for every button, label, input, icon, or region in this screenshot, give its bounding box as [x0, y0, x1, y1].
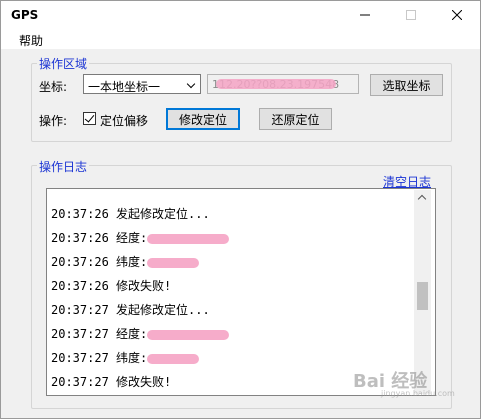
maximize-button: [388, 1, 434, 29]
minimize-button[interactable]: [342, 1, 388, 29]
pick-coord-button[interactable]: 选取坐标: [370, 74, 443, 96]
log-time: 20:37:27: [51, 327, 109, 341]
log-line: 20:37:27 修改失败!: [51, 373, 171, 390]
watermark-url: jingyan.baidu.com: [381, 389, 455, 398]
redaction-mask: [147, 353, 200, 364]
log-line: 20:37:27 经度:: [51, 325, 230, 342]
log-line: 20:37:27 纬度:: [51, 349, 200, 366]
chevron-down-icon: [186, 79, 196, 89]
operation-area-legend: 操作区域: [37, 55, 90, 72]
log-time: 20:37:26: [51, 207, 109, 221]
menu-help[interactable]: 帮助: [19, 32, 43, 49]
log-line: 20:37:26 经度:: [51, 229, 230, 246]
modify-location-button[interactable]: 修改定位: [166, 108, 240, 130]
log-time: 20:37:26: [51, 255, 109, 269]
log-line: 20:37:27 发起修改定位...: [51, 301, 210, 318]
scroll-up-icon[interactable]: [417, 194, 427, 204]
offset-checkbox[interactable]: [83, 112, 96, 125]
redaction-mask: [147, 329, 230, 340]
log-time: 20:37:26: [51, 231, 109, 245]
log-text: 发起修改定位...: [116, 207, 210, 221]
log-line: 20:37:26 纬度:: [51, 253, 200, 270]
log-text: 纬度:: [116, 255, 148, 269]
minimize-icon: [360, 14, 370, 16]
coord-type-value: 一本地坐标一: [88, 80, 161, 94]
log-time: 20:37:27: [51, 303, 109, 317]
log-list[interactable]: 20:37:26 发起修改定位... 20:37:26 经度: 20:37:26…: [46, 188, 436, 396]
log-text: 修改失败!: [116, 375, 172, 389]
log-line: 20:37:26 发起修改定位...: [51, 205, 210, 222]
coord-value-field[interactable]: 112.20??08.23.197548: [207, 74, 359, 94]
log-text: 修改失败!: [116, 279, 172, 293]
maximize-icon: [406, 10, 416, 20]
coord-type-select[interactable]: 一本地坐标一: [83, 74, 201, 94]
redaction-mask: [147, 257, 200, 268]
window-title: GPS: [11, 8, 39, 22]
log-text: 发起修改定位...: [116, 303, 210, 317]
log-text: 经度:: [116, 231, 148, 245]
restore-location-button[interactable]: 还原定位: [259, 108, 332, 130]
redaction-mask: [216, 79, 336, 89]
log-text: 经度:: [116, 327, 148, 341]
log-time: 20:37:26: [51, 279, 109, 293]
menu-bar: 帮助: [1, 29, 480, 49]
log-area-legend: 操作日志: [37, 158, 90, 175]
redaction-mask: [147, 233, 230, 244]
title-bar[interactable]: GPS: [1, 1, 480, 29]
offset-checkbox-label[interactable]: 定位偏移: [100, 112, 148, 129]
coord-label: 坐标:: [39, 80, 68, 94]
log-text: 纬度:: [116, 351, 148, 365]
log-line: 20:37:26 修改失败!: [51, 277, 171, 294]
close-icon: [452, 10, 462, 20]
log-time: 20:37:27: [51, 375, 109, 389]
operation-label: 操作:: [39, 114, 68, 128]
app-window: GPS 帮助 操作区域 坐标: 一本地坐标一 112.20??08.23.197…: [0, 0, 481, 419]
checkmark-icon: [84, 112, 95, 123]
log-time: 20:37:27: [51, 351, 109, 365]
scroll-thumb[interactable]: [417, 282, 428, 310]
close-button[interactable]: [434, 1, 480, 29]
log-scrollbar[interactable]: [414, 190, 431, 394]
